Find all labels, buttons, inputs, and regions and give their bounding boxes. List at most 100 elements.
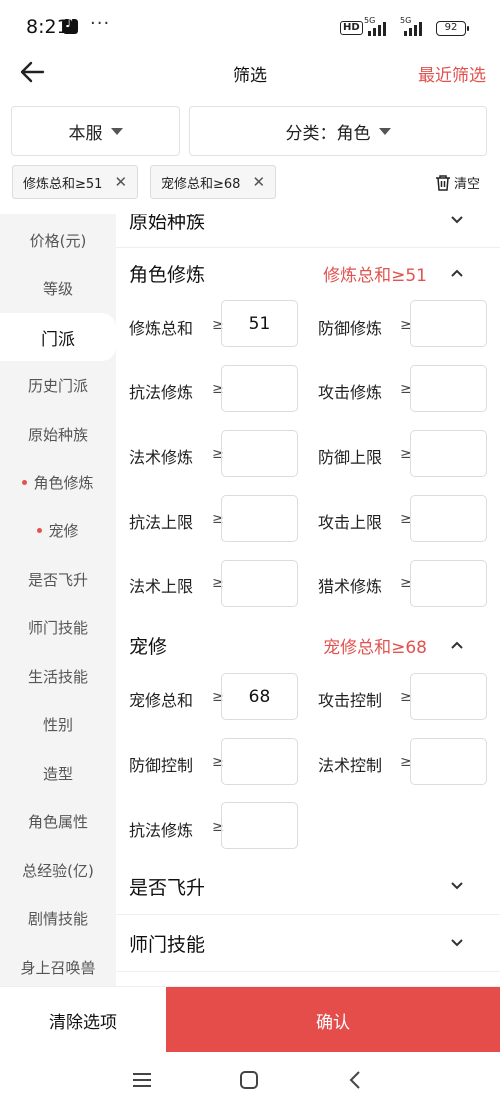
attack-control-input[interactable] — [410, 673, 487, 720]
spell-cultivation-input[interactable] — [221, 430, 298, 477]
confirm-button[interactable]: 确认 — [166, 987, 500, 1053]
selected-dot-icon — [22, 479, 28, 485]
section-pet-cultivation[interactable]: 宠修 宠修总和≥68 — [116, 617, 500, 673]
sidebar-item-life-skills[interactable]: 生活技能 — [0, 652, 116, 700]
sidebar-item-label: 宠修 — [48, 521, 79, 540]
sidebar-item-summons[interactable]: 身上召唤兽 — [0, 943, 116, 986]
battery-icon: 92 — [436, 21, 469, 36]
more-notifications-icon: ··· — [90, 13, 111, 34]
chevron-down-icon — [451, 216, 463, 224]
recent-filters-link[interactable]: 最近筛选 — [418, 61, 486, 86]
magic-resist-cap-input[interactable] — [221, 495, 298, 542]
signal-icon-2: 5G — [400, 16, 428, 36]
spell-control-input[interactable] — [410, 738, 487, 785]
divider — [116, 971, 500, 972]
sidebar-item-label: 历史门派 — [27, 376, 88, 395]
category-dropdown-label: 分类：角色 — [285, 123, 371, 144]
defense-control-input[interactable] — [221, 738, 298, 785]
field-label: 抗法上限 — [129, 513, 194, 532]
field-label: 攻击控制 — [318, 691, 383, 710]
filter-chip-cultivation[interactable]: 修炼总和≥51 ✕ — [12, 165, 139, 199]
sidebar-item-label: 师门技能 — [27, 618, 88, 637]
category-dropdown[interactable]: 分类：角色 — [189, 106, 487, 156]
section-ascension[interactable]: 是否飞升 — [116, 858, 500, 914]
sidebar-item-cultivation[interactable]: 角色修炼 — [0, 458, 116, 506]
nav-bar: 筛选 最近筛选 — [0, 52, 500, 94]
section-summary: 修炼总和≥51 — [323, 265, 427, 286]
sidebar-item-label: 等级 — [42, 279, 73, 298]
sidebar-item-gender[interactable]: 性别 — [0, 700, 116, 748]
field-label: 攻击上限 — [318, 513, 383, 532]
close-icon[interactable]: ✕ — [114, 173, 127, 191]
close-icon[interactable]: ✕ — [252, 173, 265, 191]
field-label: 抗法修炼 — [129, 821, 194, 840]
sidebar-item-label: 造型 — [42, 764, 73, 783]
hunting-cultivation-input[interactable] — [410, 560, 487, 607]
section-cultivation[interactable]: 角色修炼 修炼总和≥51 — [116, 245, 500, 301]
sidebar-item-label: 性别 — [42, 715, 73, 734]
signal-icon-1: 5G — [364, 16, 392, 36]
field-label: 修炼总和 — [129, 319, 194, 338]
sidebar-item-label: 角色修炼 — [33, 473, 94, 492]
defense-cap-input[interactable] — [410, 430, 487, 477]
sidebar-item-label: 身上召唤兽 — [20, 958, 96, 977]
system-navigation-bar — [0, 1052, 500, 1097]
section-title: 角色修炼 — [129, 263, 206, 286]
chevron-up-icon — [451, 641, 463, 649]
clear-options-button[interactable]: 清除选项 — [0, 987, 166, 1053]
sidebar-item-history-school[interactable]: 历史门派 — [0, 361, 116, 409]
sidebar-item-ascension[interactable]: 是否飞升 — [0, 555, 116, 603]
sidebar-item-school[interactable]: 门派 — [0, 313, 116, 361]
sidebar-item-label: 原始种族 — [27, 425, 88, 444]
sidebar-item-label: 剧情技能 — [27, 909, 88, 928]
chevron-up-icon — [451, 269, 463, 277]
field-label: 攻击修炼 — [318, 383, 383, 402]
sidebar-item-appearance[interactable]: 造型 — [0, 749, 116, 797]
pet-magic-resist-input[interactable] — [221, 802, 298, 849]
section-title: 宠修 — [129, 635, 168, 658]
hd-voice-icon: HD — [340, 21, 363, 35]
defense-cultivation-input[interactable] — [410, 300, 487, 347]
selected-dot-icon — [37, 527, 43, 533]
sidebar-item-total-exp[interactable]: 总经验(亿) — [0, 846, 116, 894]
spell-cap-input[interactable] — [221, 560, 298, 607]
magic-resist-cultivation-input[interactable] — [221, 365, 298, 412]
home-icon[interactable] — [239, 1070, 259, 1090]
cultivation-total-input[interactable]: 51 — [221, 300, 298, 347]
field-label: 宠修总和 — [129, 691, 194, 710]
attack-cultivation-input[interactable] — [410, 365, 487, 412]
field-label: 猎术修炼 — [318, 577, 383, 596]
field-label: 法术控制 — [318, 756, 383, 775]
sidebar-item-level[interactable]: 等级 — [0, 264, 116, 312]
chevron-down-icon — [451, 939, 463, 947]
sidebar-item-label: 是否飞升 — [27, 570, 88, 589]
attack-cap-input[interactable] — [410, 495, 487, 542]
section-school-skills[interactable]: 师门技能 — [116, 915, 500, 971]
clear-all-label: 清空 — [453, 177, 480, 192]
sidebar-item-story-skills[interactable]: 剧情技能 — [0, 894, 116, 942]
field-label: 防御上限 — [318, 448, 383, 467]
section-original-race[interactable]: 原始种族 — [116, 214, 500, 248]
filter-chip-pet[interactable]: 宠修总和≥68 ✕ — [150, 165, 277, 199]
field-label: 防御控制 — [129, 756, 194, 775]
back-icon[interactable] — [347, 1069, 363, 1091]
sidebar-item-school-skills[interactable]: 师门技能 — [0, 603, 116, 651]
section-title: 原始种族 — [129, 214, 206, 233]
field-label: 法术上限 — [129, 577, 194, 596]
clear-all-button[interactable]: 清空 — [435, 173, 480, 192]
section-title: 师门技能 — [129, 933, 206, 956]
sidebar-item-pet-cultivation[interactable]: 宠修 — [0, 506, 116, 554]
field-label: 防御修炼 — [318, 319, 383, 338]
pet-total-input[interactable]: 68 — [221, 673, 298, 720]
sidebar-item-price[interactable]: 价格(元) — [0, 216, 116, 264]
trash-icon — [435, 174, 450, 191]
section-title: 是否飞升 — [129, 876, 206, 899]
section-summary: 宠修总和≥68 — [323, 637, 427, 658]
menu-icon[interactable] — [131, 1071, 153, 1089]
sidebar-item-attributes[interactable]: 角色属性 — [0, 797, 116, 845]
sidebar-item-original-race[interactable]: 原始种族 — [0, 410, 116, 458]
field-label: 抗法修炼 — [129, 383, 194, 402]
tiktok-notification-icon — [63, 16, 78, 34]
filter-panel: 原始种族 角色修炼 修炼总和≥51 修炼总和 ≥ 51 防御修炼 ≥ 抗法修炼 … — [116, 214, 500, 986]
server-dropdown[interactable]: 本服 — [11, 106, 180, 156]
